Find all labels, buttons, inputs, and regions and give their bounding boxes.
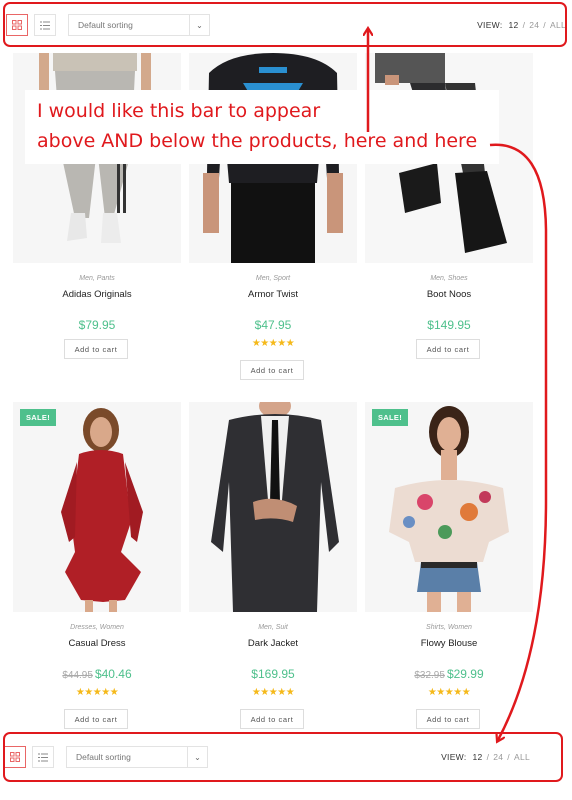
product-price-current: $79.95 <box>78 318 116 332</box>
sale-badge: SALE! <box>372 409 408 426</box>
star-rating: ★★★★★ <box>251 338 295 349</box>
product-category[interactable]: Shirts, Women <box>365 624 533 631</box>
product-category[interactable]: Men, Pants <box>13 275 181 282</box>
product-name[interactable]: Adidas Originals <box>13 289 181 300</box>
product-price-current: $47.95 <box>254 318 292 332</box>
annotation-note: I would like this bar to appear above AN… <box>25 90 499 164</box>
sort-select-value: Default sorting <box>78 20 133 30</box>
grid-icon <box>10 752 20 762</box>
view-count-selector: VIEW: 12 / 24 / ALL <box>477 20 566 30</box>
product-name[interactable]: Boot Noos <box>365 289 533 300</box>
annotation-line-1: I would like this bar to appear <box>37 100 321 122</box>
product-card[interactable]: SALE! Shirts, Women Flowy Blouse $32.95 $… <box>365 402 533 732</box>
product-card[interactable]: SALE! Dresses, Women Casual Dress $44.95… <box>13 402 181 732</box>
add-to-cart-button[interactable]: Add to cart <box>240 360 304 380</box>
chevron-down-icon: ⌄ <box>187 747 207 767</box>
annotation-line-2: above AND below the products, here and h… <box>37 130 478 152</box>
star-rating: ★★★★★ <box>251 687 295 698</box>
sort-select[interactable]: Default sorting ⌄ <box>68 14 210 36</box>
product-price: $149.95 <box>365 318 533 332</box>
product-image[interactable] <box>189 402 357 612</box>
product-price: $79.95 <box>13 318 181 332</box>
view-option-current[interactable]: 12 <box>509 20 519 30</box>
product-image[interactable]: SALE! <box>365 402 533 612</box>
view-separator: / <box>507 752 510 762</box>
view-separator: / <box>522 20 526 30</box>
view-separator: / <box>486 752 490 762</box>
shop-toolbar-top: Default sorting ⌄ VIEW: 12 / 24 / ALL <box>6 4 566 46</box>
product-price: $32.95 $29.99 <box>365 667 533 681</box>
add-to-cart-button[interactable]: Add to cart <box>416 339 480 359</box>
product-price: $47.95 <box>189 318 357 332</box>
view-option-24[interactable]: 24 <box>493 752 503 762</box>
add-to-cart-button[interactable]: Add to cart <box>64 709 128 729</box>
product-name[interactable]: Flowy Blouse <box>365 638 533 649</box>
add-to-cart-button[interactable]: Add to cart <box>416 709 480 729</box>
list-view-button[interactable] <box>34 14 56 36</box>
product-price: $44.95 $40.46 <box>13 667 181 681</box>
product-name[interactable]: Dark Jacket <box>189 638 357 649</box>
product-price-current: $149.95 <box>427 318 471 332</box>
product-category[interactable]: Men, Sport <box>189 275 357 282</box>
add-to-cart-button[interactable]: Add to cart <box>240 709 304 729</box>
product-category[interactable]: Men, Suit <box>189 624 357 631</box>
product-name[interactable]: Armor Twist <box>189 289 357 300</box>
view-count-selector: VIEW: 12 / 24 / ALL <box>441 752 530 762</box>
product-price: $169.95 <box>189 667 357 681</box>
sale-badge: SALE! <box>20 409 56 426</box>
grid-icon <box>12 20 22 30</box>
add-to-cart-button[interactable]: Add to cart <box>64 339 128 359</box>
sort-select[interactable]: Default sorting ⌄ <box>66 746 208 768</box>
chevron-down-icon: ⌄ <box>189 15 209 35</box>
product-price-current: $40.46 <box>94 667 132 681</box>
product-category[interactable]: Men, Shoes <box>365 275 533 282</box>
view-option-all[interactable]: ALL <box>514 752 530 762</box>
list-icon <box>38 753 48 761</box>
view-label: VIEW: <box>477 20 503 30</box>
sort-select-value: Default sorting <box>76 752 131 762</box>
view-separator: / <box>543 20 546 30</box>
product-image[interactable]: SALE! <box>13 402 181 612</box>
star-rating: ★★★★★ <box>427 687 471 698</box>
view-label: VIEW: <box>441 752 467 762</box>
product-category[interactable]: Dresses, Women <box>13 624 181 631</box>
product-price-old: $44.95 <box>62 670 93 681</box>
list-view-button[interactable] <box>32 746 54 768</box>
product-price-old: $32.95 <box>414 670 445 681</box>
grid-view-button[interactable] <box>6 14 28 36</box>
product-price-current: $29.99 <box>446 667 484 681</box>
product-name[interactable]: Casual Dress <box>13 638 181 649</box>
product-card[interactable]: Men, Suit Dark Jacket $169.95 ★★★★★ Add … <box>189 402 357 732</box>
grid-view-button[interactable] <box>4 746 26 768</box>
list-icon <box>40 21 50 29</box>
shop-toolbar-bottom: Default sorting ⌄ VIEW: 12 / 24 / ALL <box>4 736 560 778</box>
star-rating: ★★★★★ <box>75 687 119 698</box>
view-option-all[interactable]: ALL <box>550 20 566 30</box>
product-price-current: $169.95 <box>251 667 295 681</box>
view-option-24[interactable]: 24 <box>529 20 539 30</box>
view-option-current[interactable]: 12 <box>473 752 483 762</box>
